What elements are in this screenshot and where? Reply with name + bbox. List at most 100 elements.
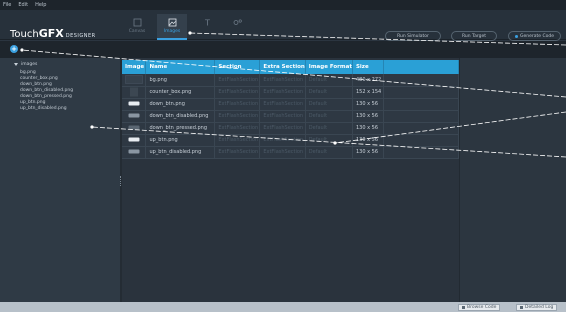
table-row[interactable]: up_btn.png ExtFlashSection ExtFlashSection… [122, 134, 460, 147]
table-row[interactable]: down_btn.png ExtFlashSection ExtFlashSecti… [122, 98, 460, 111]
cell-name: down_btn.png [145, 98, 216, 111]
image-tree-panel: images bg.png counter_box.png down_btn.p… [0, 58, 120, 302]
table-row[interactable]: up_btn_disabled.png ExtFlashSection ExtFla… [122, 146, 460, 159]
tree-root-images[interactable]: images [14, 62, 37, 67]
cell-section[interactable]: ExtFlashSection [214, 98, 261, 111]
cell-name: bg.png [145, 74, 216, 87]
detailed-log-label: Detailed Log [525, 305, 554, 310]
cell-extra-section[interactable]: ExtFlashSection [259, 74, 306, 87]
menu-file[interactable]: File [3, 0, 11, 10]
images-table: Image Name Section Extra Section Image F… [122, 60, 460, 159]
cell-thumbnail [122, 146, 147, 159]
table-row[interactable]: counter_box.png ExtFlashSection ExtFlashSe… [122, 86, 460, 99]
logo-touch-text: Touch [10, 29, 39, 40]
run-simulator-label: Run Simulator [397, 33, 429, 39]
images-table-panel: Image Name Section Extra Section Image F… [122, 58, 460, 302]
thumbnail-icon [128, 125, 140, 130]
logo-gfx-text: GFX [38, 27, 64, 40]
thumbnail-icon [128, 101, 140, 106]
tab-config[interactable] [222, 14, 252, 40]
cell-section[interactable]: ExtFlashSection [214, 122, 261, 135]
cell-extra-section[interactable]: ExtFlashSection [259, 86, 306, 99]
menu-help[interactable]: Help [35, 0, 46, 10]
thumbnail-icon [128, 149, 140, 154]
cell-extra-section[interactable]: ExtFlashSection [259, 110, 306, 123]
cell-image-format[interactable]: Default [305, 146, 353, 159]
cell-name: down_btn_pressed.png [145, 122, 216, 135]
cell-size: 130 x 56 [352, 122, 384, 135]
cell-image-format[interactable]: Default [305, 98, 353, 111]
cell-image-format[interactable]: Default [305, 86, 353, 99]
cell-image-format[interactable]: Default [305, 110, 353, 123]
menu-bar: File Edit Help [0, 0, 566, 10]
tab-images[interactable]: Images [157, 14, 187, 40]
cell-size: 152 x 154 [352, 86, 384, 99]
run-target-label: Run Target [462, 33, 486, 39]
generate-code-label: Generate Code [520, 33, 554, 39]
cell-filler [383, 110, 460, 123]
cell-name: counter_box.png [145, 86, 216, 99]
cell-size: 130 x 56 [352, 134, 384, 147]
status-bar: Browse Code Detailed Log [0, 302, 566, 312]
cell-image-format[interactable]: Default [305, 134, 353, 147]
tab-images-label: Images [163, 29, 181, 34]
tab-texts[interactable]: T [192, 14, 222, 40]
generate-code-button[interactable]: Generate Code [508, 31, 561, 41]
cell-section[interactable]: ExtFlashSection [214, 110, 261, 123]
cell-size: 130 x 56 [352, 98, 384, 111]
tab-canvas[interactable]: Canvas [122, 14, 152, 40]
touchgfx-logo: TouchGFX DESIGNER [10, 22, 96, 41]
tree-root-label: images [21, 62, 38, 67]
column-header-extra-section[interactable]: Extra Section [259, 60, 306, 74]
tab-canvas-label: Canvas [128, 29, 146, 34]
cell-extra-section[interactable]: ExtFlashSection [259, 122, 306, 135]
image-icon [168, 18, 176, 27]
add-image-button[interactable]: + [10, 45, 18, 53]
cell-section[interactable]: ExtFlashSection [214, 74, 261, 87]
text-icon: T [204, 19, 210, 28]
cell-thumbnail [122, 98, 147, 111]
cell-filler [383, 134, 460, 147]
cell-filler [383, 98, 460, 111]
images-table-body: bg.png ExtFlashSection ExtFlashSection Defa… [122, 74, 460, 159]
cell-size: 480 x 272 [352, 74, 384, 87]
thumbnail-icon [128, 113, 140, 118]
tree-item[interactable]: up_btn_disabled.png [20, 106, 73, 112]
cell-filler [383, 74, 460, 87]
menu-edit[interactable]: Edit [18, 0, 28, 10]
cell-section[interactable]: ExtFlashSection [214, 146, 261, 159]
cell-thumbnail [122, 86, 147, 99]
cell-extra-section[interactable]: ExtFlashSection [259, 146, 306, 159]
cell-filler [383, 122, 460, 135]
browse-code-button[interactable]: Browse Code [458, 304, 501, 311]
browse-code-label: Browse Code [467, 305, 497, 310]
expand-arrow-icon[interactable] [14, 63, 18, 66]
cell-extra-section[interactable]: ExtFlashSection [259, 134, 306, 147]
cell-section[interactable]: ExtFlashSection [214, 134, 261, 147]
column-header-image-format[interactable]: Image Format [305, 60, 353, 74]
cell-name: down_btn_disabled.png [145, 110, 216, 123]
touchgfx-designer-window: File Edit Help TouchGFX DESIGNER Canvas I… [0, 0, 566, 312]
cell-thumbnail [122, 74, 147, 87]
run-target-button[interactable]: Run Target [451, 31, 497, 41]
tree-items: bg.png counter_box.png down_btn.png down… [20, 70, 73, 112]
cell-image-format[interactable]: Default [305, 74, 353, 87]
folder-icon [462, 306, 465, 309]
cell-filler [383, 86, 460, 99]
column-header-section[interactable]: Section [214, 60, 261, 74]
header-bar: TouchGFX DESIGNER Canvas Images T Run Si… [0, 10, 566, 41]
table-row[interactable]: down_btn_pressed.png ExtFlashSection ExtFl… [122, 122, 460, 135]
svg-text:T: T [204, 19, 210, 28]
detailed-log-button[interactable]: Detailed Log [516, 304, 558, 311]
table-row[interactable]: bg.png ExtFlashSection ExtFlashSection Defa… [122, 74, 460, 87]
run-simulator-button[interactable]: Run Simulator [385, 31, 441, 41]
cell-extra-section[interactable]: ExtFlashSection [259, 98, 306, 111]
column-header-image[interactable]: Image [122, 60, 147, 74]
properties-panel [459, 58, 566, 302]
cell-thumbnail [122, 122, 147, 135]
column-header-name[interactable]: Name [145, 60, 216, 74]
table-row[interactable]: down_btn_disabled.png ExtFlashSection ExtF… [122, 110, 460, 123]
column-header-size[interactable]: Size [352, 60, 384, 74]
cell-section[interactable]: ExtFlashSection [214, 86, 261, 99]
cell-image-format[interactable]: Default [305, 122, 353, 135]
